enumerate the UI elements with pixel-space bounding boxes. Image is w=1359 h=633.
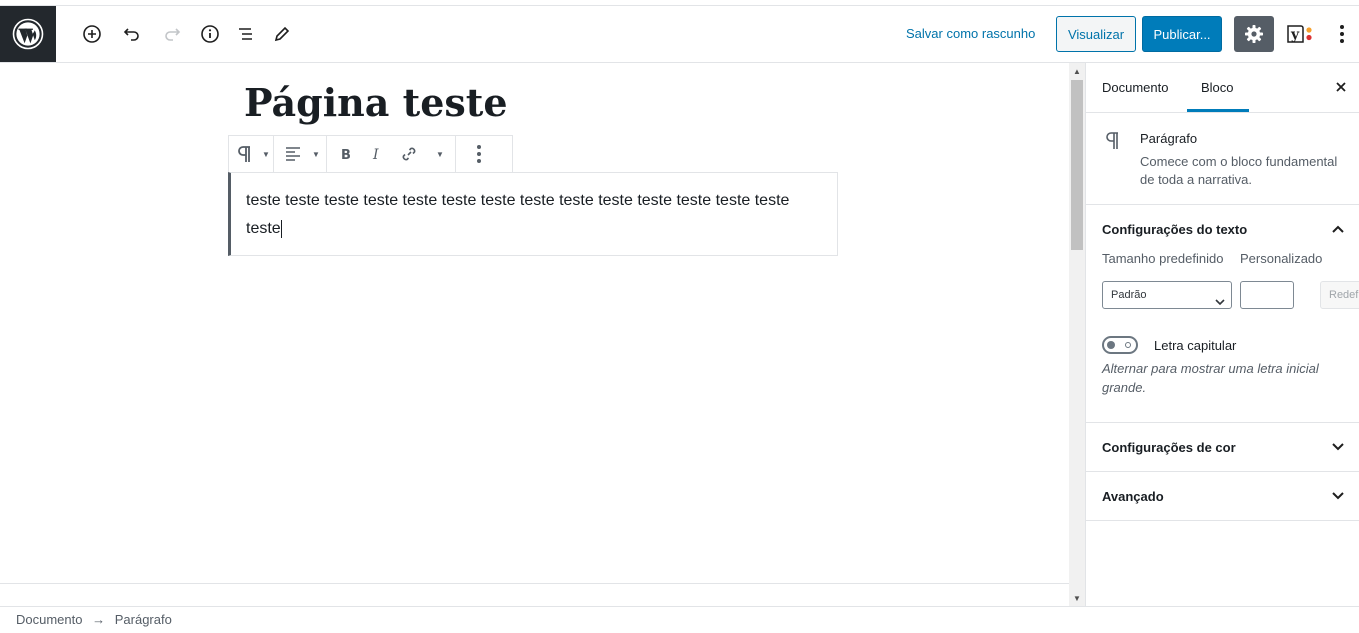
- format-group: B I ▼: [327, 136, 456, 172]
- color-settings-title: Configurações de cor: [1102, 439, 1236, 455]
- yoast-icon: y: [1287, 25, 1312, 43]
- preview-button[interactable]: Visualizar: [1056, 16, 1136, 52]
- editor-divider: [0, 583, 1069, 584]
- editor-scrollbar[interactable]: ▲ ▼: [1069, 63, 1085, 606]
- paragraph-block[interactable]: teste teste teste teste teste teste test…: [228, 172, 838, 256]
- chevron-down-icon: [1331, 489, 1345, 503]
- block-toolbar: ▼ ▼ B I ▼: [228, 135, 513, 173]
- breadcrumb-separator: →: [92, 612, 106, 627]
- align-caret-icon[interactable]: ▼: [306, 136, 326, 172]
- breadcrumb: Documento → Parágrafo: [0, 606, 1359, 630]
- yoast-seo-button[interactable]: y: [1284, 20, 1318, 48]
- block-card: Parágrafo Comece com o bloco fundamental…: [1086, 113, 1359, 205]
- post-title-input[interactable]: Página teste: [244, 80, 508, 125]
- pencil-icon: [274, 26, 290, 42]
- custom-size-label: Personalizado: [1240, 251, 1323, 266]
- tools-button[interactable]: [268, 20, 296, 48]
- close-sidebar-button[interactable]: [1331, 77, 1351, 97]
- paragraph-text: teste teste teste teste teste teste test…: [246, 192, 790, 237]
- toggle-off-indicator: [1125, 342, 1131, 348]
- drop-cap-toggle[interactable]: [1102, 336, 1138, 354]
- tab-document[interactable]: Documento: [1102, 63, 1168, 112]
- block-more-options-button[interactable]: [459, 136, 499, 172]
- more-options-button[interactable]: [1330, 20, 1354, 48]
- block-switcher-group: ▼: [229, 136, 274, 172]
- gear-icon: [1245, 25, 1263, 43]
- advanced-panel: Avançado: [1086, 472, 1359, 521]
- svg-text:I: I: [372, 147, 379, 161]
- block-type-caret-icon[interactable]: ▼: [259, 136, 273, 172]
- align-left-icon: [286, 147, 300, 161]
- chevron-down-icon: [1331, 440, 1345, 454]
- text-settings-toggle[interactable]: Configurações do texto: [1086, 205, 1359, 253]
- editor-canvas: [0, 63, 1069, 583]
- info-icon: [201, 25, 219, 43]
- list-icon: [239, 28, 252, 40]
- font-size-select[interactable]: Padrão: [1102, 281, 1232, 309]
- bold-button[interactable]: B: [331, 136, 361, 172]
- paragraph-icon: [238, 146, 250, 162]
- align-button[interactable]: [280, 136, 306, 172]
- breadcrumb-paragraph[interactable]: Parágrafo: [115, 612, 172, 627]
- settings-button[interactable]: [1234, 16, 1274, 52]
- scroll-up-arrow-icon[interactable]: ▲: [1069, 63, 1085, 79]
- paragraph-icon: [1104, 131, 1120, 157]
- block-navigation-button[interactable]: [232, 20, 260, 48]
- italic-button[interactable]: I: [361, 136, 393, 172]
- block-type-button[interactable]: [229, 136, 259, 172]
- scroll-thumb[interactable]: [1071, 80, 1083, 250]
- drop-cap-label: Letra capitular: [1154, 338, 1237, 353]
- chevron-up-icon: [1331, 222, 1345, 236]
- font-size-value: Padrão: [1111, 289, 1147, 301]
- reset-button[interactable]: Redefinir: [1320, 281, 1359, 309]
- editor-header: Salvar como rascunho Visualizar Publicar…: [0, 6, 1359, 63]
- block-settings-group: [456, 136, 499, 172]
- breadcrumb-document[interactable]: Documento: [16, 612, 82, 627]
- settings-sidebar: Documento Bloco Parágrafo Comece com o b…: [1085, 63, 1359, 606]
- color-settings-panel: Configurações de cor: [1086, 423, 1359, 472]
- wordpress-icon: [12, 18, 44, 50]
- bold-icon: B: [341, 148, 351, 161]
- redo-icon: [165, 28, 181, 41]
- link-icon: [402, 147, 416, 161]
- more-formats-caret-icon[interactable]: ▼: [425, 136, 455, 172]
- yoast-letter: y: [1290, 27, 1300, 43]
- undo-button[interactable]: [118, 20, 146, 48]
- tab-block[interactable]: Bloco: [1187, 63, 1249, 112]
- advanced-title: Avançado: [1102, 488, 1164, 504]
- close-icon: [1336, 82, 1346, 92]
- advanced-toggle[interactable]: Avançado: [1086, 472, 1359, 520]
- text-settings-title: Configurações do texto: [1102, 221, 1248, 237]
- kebab-menu-icon: [1340, 25, 1344, 43]
- redo-button[interactable]: [158, 20, 186, 48]
- link-button[interactable]: [393, 136, 425, 172]
- block-card-description: Comece com o bloco fundamental de toda a…: [1140, 154, 1338, 187]
- alignment-group: ▼: [274, 136, 327, 172]
- svg-text:B: B: [341, 148, 351, 161]
- block-card-title: Parágrafo: [1140, 131, 1198, 146]
- plus-circle-icon: [83, 25, 101, 43]
- wordpress-logo-button[interactable]: [0, 6, 56, 62]
- scroll-down-arrow-icon[interactable]: ▼: [1069, 590, 1085, 606]
- italic-icon: I: [372, 147, 379, 161]
- sidebar-tabs: Documento Bloco: [1086, 63, 1359, 113]
- kebab-menu-icon: [477, 145, 481, 163]
- custom-size-input[interactable]: [1240, 281, 1294, 309]
- publish-button[interactable]: Publicar...: [1142, 16, 1222, 52]
- undo-icon: [123, 28, 139, 41]
- save-draft-button[interactable]: Salvar como rascunho: [906, 26, 1035, 41]
- text-cursor: [280, 219, 282, 238]
- drop-cap-help: Alternar para mostrar uma letra inicial …: [1102, 361, 1319, 395]
- preset-size-label: Tamanho predefinido: [1102, 251, 1224, 266]
- text-settings-panel: Configurações do texto Tamanho predefini…: [1086, 205, 1359, 423]
- add-block-button[interactable]: [78, 20, 106, 48]
- chevron-down-icon: [1215, 290, 1225, 316]
- color-settings-toggle[interactable]: Configurações de cor: [1086, 423, 1359, 471]
- content-info-button[interactable]: [196, 20, 224, 48]
- toggle-knob: [1107, 341, 1115, 349]
